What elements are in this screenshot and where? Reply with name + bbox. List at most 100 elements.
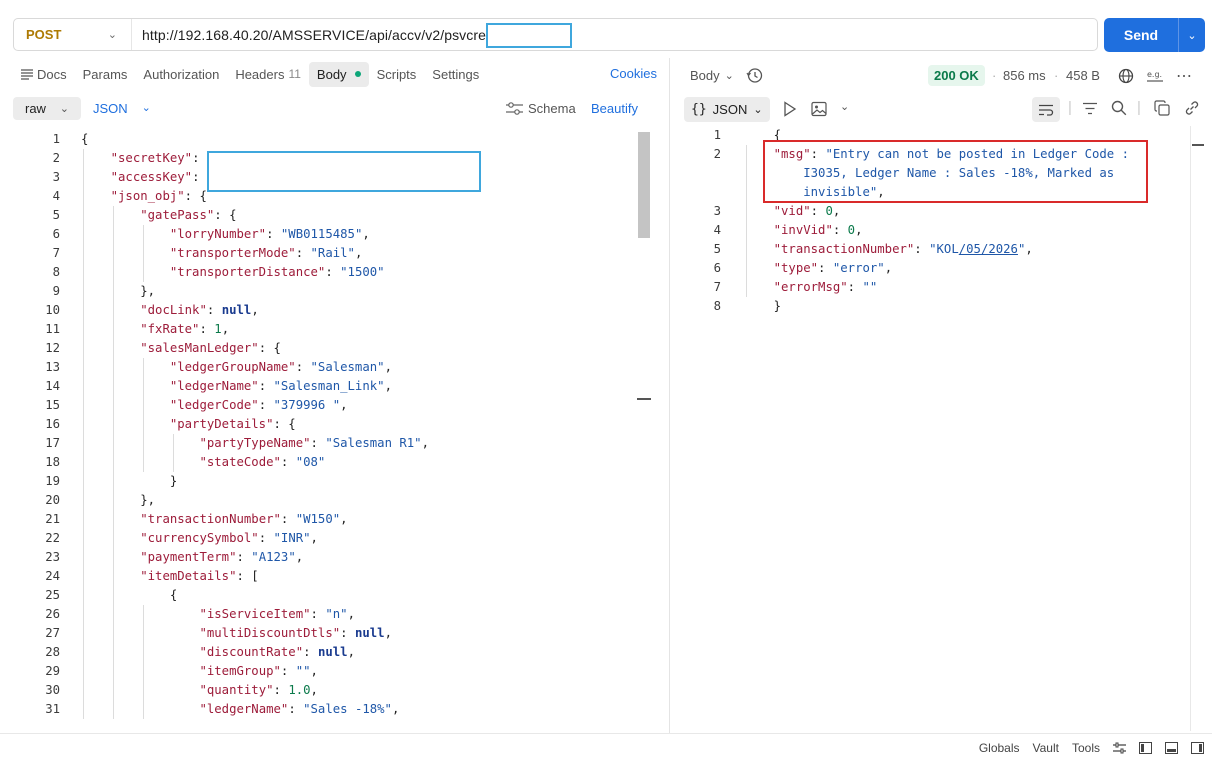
- code-token: "salesManLedger": [140, 341, 259, 355]
- link-icon[interactable]: [1184, 100, 1200, 116]
- indent-guide: [143, 605, 144, 719]
- code-token: "1500": [340, 265, 385, 279]
- method-select[interactable]: POST ⌄: [14, 19, 132, 50]
- tab-label: Docs: [37, 66, 67, 82]
- indent-guide: [173, 434, 174, 472]
- code-token: 0: [847, 223, 856, 237]
- braces-icon: {}: [691, 102, 707, 117]
- code-token: :: [258, 398, 274, 412]
- line-number: 15: [45, 398, 60, 412]
- toolbar-divider: |: [1137, 99, 1141, 116]
- response-body-select[interactable]: Body ⌄: [690, 68, 734, 83]
- history-icon[interactable]: [746, 67, 763, 87]
- send-button[interactable]: Send ⌄: [1104, 18, 1205, 52]
- code-token: "secretKey": [110, 151, 193, 165]
- response-time[interactable]: 856 ms: [1003, 68, 1046, 83]
- code-text: "type": "error",: [744, 259, 892, 278]
- line-number: 4: [713, 223, 721, 237]
- response-size[interactable]: 458 B: [1066, 68, 1100, 83]
- play-icon[interactable]: [783, 101, 797, 117]
- code-text: }: [744, 297, 781, 316]
- sidebar-layout-icon[interactable]: [1139, 742, 1152, 754]
- example-icon[interactable]: e.g.: [1146, 69, 1164, 83]
- tab-label: Scripts: [376, 66, 417, 82]
- response-actions: e.g. ⋯: [1118, 66, 1193, 86]
- code-token: :: [914, 242, 930, 256]
- search-icon[interactable]: [1111, 100, 1127, 116]
- code-token: ,: [384, 379, 392, 393]
- image-icon[interactable]: [811, 101, 827, 117]
- code-token: "json_obj": [110, 189, 185, 203]
- code-token: ,: [855, 223, 863, 237]
- wrap-lines-button[interactable]: [1032, 97, 1060, 122]
- footer-globals[interactable]: Globals: [979, 741, 1020, 755]
- code-token: : [: [236, 569, 259, 583]
- more-icon[interactable]: ⋯: [1176, 66, 1193, 86]
- pane-divider[interactable]: [669, 58, 670, 733]
- url-input[interactable]: http://192.168.40.20/AMSSERVICE/api/accv…: [132, 27, 506, 43]
- line-number: 31: [45, 702, 60, 716]
- editor-scrollbar[interactable]: [637, 130, 651, 730]
- code-line: 8 "transporterDistance": "1500": [20, 263, 656, 282]
- line-number: 26: [45, 607, 60, 621]
- code-line: 21 "transactionNumber": "W150",: [20, 510, 656, 529]
- cookies-link[interactable]: Cookies: [610, 66, 657, 81]
- scrollbar-thumb[interactable]: [638, 132, 650, 238]
- tab-headers[interactable]: Headers 11: [227, 62, 309, 87]
- status-bar: Globals Vault Tools: [0, 733, 1212, 761]
- line-number: 16: [45, 417, 60, 431]
- highlight-box-error-message: [763, 140, 1148, 203]
- footer-vault[interactable]: Vault: [1033, 741, 1059, 755]
- code-text: "transactionNumber": "KOL/05/2026",: [744, 240, 1033, 259]
- line-number: 2: [713, 147, 721, 161]
- chevron-down-icon[interactable]: ⌄: [840, 100, 849, 113]
- settings-sliders-icon[interactable]: [1113, 742, 1126, 754]
- response-scrollbar[interactable]: [1190, 126, 1191, 731]
- code-token: :: [832, 223, 848, 237]
- beautify-button[interactable]: Beautify: [591, 101, 638, 116]
- tab-body[interactable]: Body: [308, 61, 369, 87]
- line-number: 28: [45, 645, 60, 659]
- language-select[interactable]: JSON ⌄: [93, 101, 151, 116]
- code-token: ,: [421, 436, 429, 450]
- code-token: :: [273, 683, 289, 697]
- line-number: 29: [45, 664, 60, 678]
- bottom-panel-icon[interactable]: [1165, 742, 1178, 754]
- code-line: 19 }: [20, 472, 656, 491]
- tab-authorization[interactable]: Authorization: [135, 62, 227, 87]
- tab-scripts[interactable]: Scripts: [369, 62, 425, 87]
- response-format-select[interactable]: {} JSON ⌄: [684, 97, 770, 122]
- footer-tools[interactable]: Tools: [1072, 741, 1100, 755]
- code-token: "itemDetails": [140, 569, 237, 583]
- code-token: ,: [884, 261, 893, 275]
- filter-icon[interactable]: [1082, 102, 1098, 115]
- globe-icon[interactable]: [1118, 68, 1134, 84]
- line-number: 17: [45, 436, 60, 450]
- tab-params[interactable]: Params: [75, 62, 136, 87]
- code-token: 0: [825, 204, 833, 218]
- copy-icon[interactable]: [1154, 100, 1170, 116]
- code-line: 18 "stateCode": "08": [20, 453, 656, 472]
- code-token: :: [192, 170, 200, 184]
- code-token: null: [354, 626, 385, 640]
- code-text: "errorMsg": "": [744, 278, 878, 297]
- code-token: ,: [295, 550, 304, 564]
- code-line: 13 "ledgerGroupName": "Salesman",: [20, 358, 656, 377]
- right-panel-icon[interactable]: [1191, 742, 1204, 754]
- line-number: 27: [45, 626, 60, 640]
- request-body-editor[interactable]: 1{2 "secretKey": 3 "accessKey": 4 "json_ob…: [20, 130, 656, 730]
- tab-docs[interactable]: Docs: [13, 62, 75, 87]
- request-tabs: Docs Params Authorization Headers 11 Body…: [13, 60, 487, 88]
- tab-settings[interactable]: Settings: [424, 62, 487, 87]
- code-line: 27 "multiDiscountDtls": null,: [20, 624, 656, 643]
- body-mode-select[interactable]: raw ⌄: [13, 97, 81, 120]
- language-label: JSON: [93, 101, 128, 116]
- schema-button[interactable]: Schema: [506, 101, 576, 116]
- status-badge[interactable]: 200 OK: [928, 65, 985, 86]
- code-text: "stateCode": "08": [81, 453, 325, 472]
- indent-guide: [113, 206, 114, 719]
- chevron-down-icon[interactable]: ⌄: [1179, 29, 1205, 42]
- code-token: "Salesman": [310, 360, 385, 374]
- code-token: "transporterDistance": [169, 265, 326, 279]
